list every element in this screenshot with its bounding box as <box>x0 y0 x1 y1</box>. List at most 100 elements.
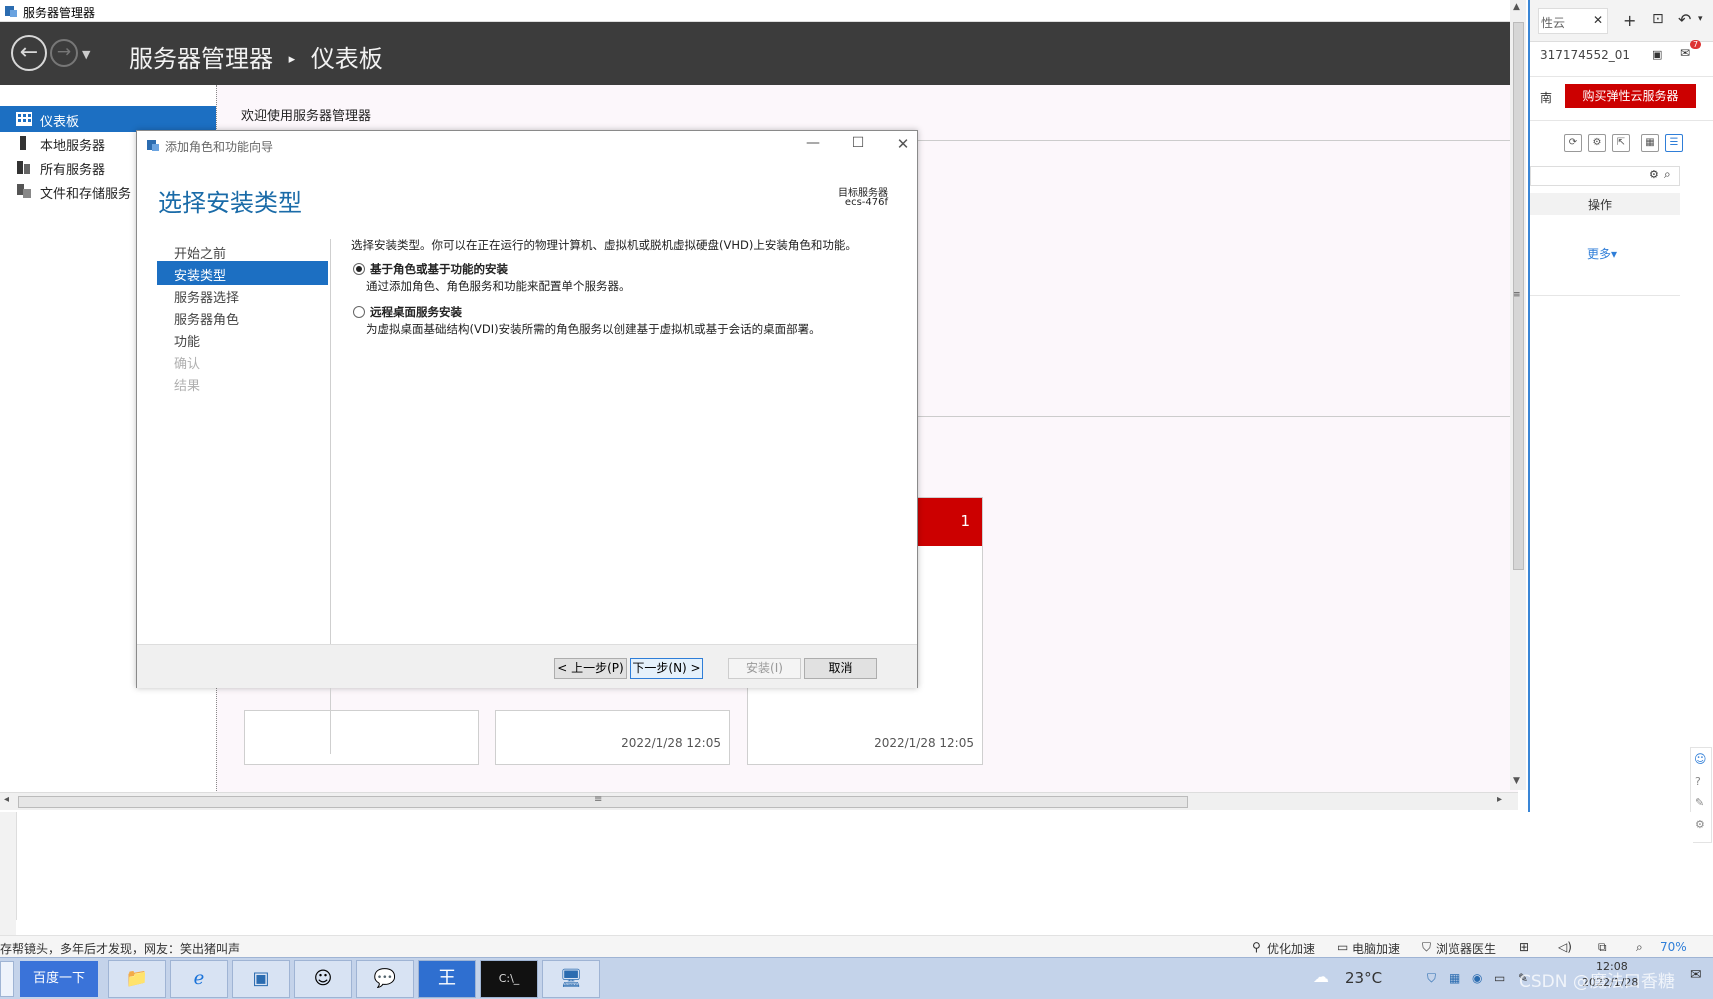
news-ticker[interactable]: 存帮镜头，多年后才发现，网友：笑出猪叫声 <box>0 940 240 957</box>
step-label: 开始之前 <box>174 247 227 262</box>
export-icon[interactable]: ⇱ <box>1612 134 1630 152</box>
app-icon[interactable]: ☺ <box>294 960 352 998</box>
page-margin <box>0 812 16 935</box>
shield-icon: ⛉ <box>1422 940 1432 954</box>
chevron-down-icon[interactable]: ▾ <box>1698 14 1703 24</box>
notification-icon[interactable]: ✉ <box>1690 967 1702 983</box>
scrollbar-thumb[interactable]: ≡ <box>18 794 1188 808</box>
tab-label: 性云 <box>1541 16 1566 30</box>
sidebar-item-dashboard[interactable]: 仪表板 <box>0 106 216 132</box>
close-icon[interactable]: ✕ <box>1593 13 1603 27</box>
step-before-you-begin[interactable]: 开始之前 <box>157 239 328 263</box>
browser-tab[interactable]: 性云 ✕ <box>1538 8 1608 34</box>
feedback-icon[interactable]: ✎ <box>1695 796 1704 809</box>
account-id: 317174552_01 <box>1540 48 1630 62</box>
step-features[interactable]: 功能 <box>157 327 328 351</box>
previous-button[interactable]: < 上一步(P) <box>554 658 627 679</box>
taskbar-item-start[interactable] <box>0 961 14 997</box>
breadcrumb: 服务器管理器 ▸ 仪表板 <box>129 39 383 74</box>
option-role-based-desc: 通过添加角色、角色服务和功能来配置单个服务器。 <box>366 279 631 293</box>
refresh-icon[interactable]: ⟳ <box>1564 134 1582 152</box>
welcome-title: 欢迎使用服务器管理器 <box>241 109 372 124</box>
cmd-icon[interactable]: C:\_ <box>480 960 538 998</box>
zoom-icon[interactable]: ⌕ <box>1636 940 1643 955</box>
server-manager-taskbar-icon[interactable]: ▣ <box>232 960 290 998</box>
sidebar-item-label: 文件和存储服务 <box>40 187 132 202</box>
tile-timestamp: 2022/1/28 12:05 <box>874 736 974 750</box>
temperature[interactable]: 23°C <box>1345 969 1382 987</box>
back-button[interactable]: ← <box>11 35 47 71</box>
help-icon[interactable]: ? <box>1695 775 1701 788</box>
window-title: 服务器管理器 <box>23 6 96 20</box>
remote-desktop-icon[interactable]: 🖥 <box>542 960 600 998</box>
undo-icon[interactable]: ↶ <box>1678 10 1691 29</box>
battery-icon[interactable]: ▭ <box>1494 971 1505 985</box>
scroll-left-icon[interactable]: ◂ <box>4 794 9 805</box>
step-server-roles[interactable]: 服务器角色 <box>157 305 328 329</box>
close-button[interactable]: ✕ <box>888 135 918 153</box>
grid-view-icon[interactable]: ▦ <box>1641 134 1659 152</box>
browser-tab-strip: 性云 ✕ + ⊡ ↶ ▾ <box>1530 0 1713 42</box>
divider <box>1530 76 1713 77</box>
ie-browser-icon[interactable]: ℯ <box>170 960 228 998</box>
pc-speed-link[interactable]: 电脑加速 <box>1352 940 1400 957</box>
radio-role-based[interactable] <box>353 263 365 275</box>
toolbox-icon[interactable]: ⊡ <box>1652 11 1664 27</box>
tile-timestamp: 2022/1/28 12:05 <box>621 736 721 750</box>
input-method-icon[interactable]: ▦ <box>1449 971 1460 985</box>
minimize-button[interactable]: — <box>798 135 828 151</box>
dashboard-tile[interactable] <box>244 710 479 765</box>
defender-icon[interactable]: ⛉ <box>1427 971 1436 986</box>
radio-remote-desktop[interactable] <box>353 306 365 318</box>
step-label: 功能 <box>174 335 201 350</box>
window-icon[interactable]: ⧉ <box>1598 940 1607 955</box>
wang-app-icon[interactable]: 王 <box>418 960 476 998</box>
baidu-search-button[interactable]: 百度一下 <box>20 961 98 997</box>
cancel-button[interactable]: 取消 <box>804 658 877 679</box>
next-button[interactable]: 下一步(N) > <box>630 658 703 679</box>
storage-icon <box>17 184 31 198</box>
grip-icon: ≡ <box>594 794 603 805</box>
header-bar: ← → ▼ 服务器管理器 ▸ 仪表板 <box>0 22 1518 85</box>
guide-link[interactable]: 南 <box>1540 89 1552 106</box>
more-link[interactable]: 更多▾ <box>1587 245 1617 262</box>
zoom-level[interactable]: 70% <box>1660 940 1687 954</box>
step-installation-type[interactable]: 安装类型 <box>157 261 328 285</box>
step-label: 安装类型 <box>174 269 227 284</box>
sidebar-item-label: 所有服务器 <box>40 163 106 178</box>
list-view-icon[interactable]: ☰ <box>1665 134 1683 152</box>
optimize-link[interactable]: 优化加速 <box>1267 940 1315 957</box>
customer-service-icon[interactable]: ☺ <box>1694 752 1707 766</box>
install-button: 安装(I) <box>728 658 801 679</box>
notification-badge: 7 <box>1690 40 1702 49</box>
maximize-button[interactable]: ☐ <box>843 135 873 151</box>
wizard-icon <box>147 140 159 151</box>
buy-ecs-button[interactable]: 购买弹性云服务器 <box>1565 84 1696 108</box>
screenshot-icon[interactable]: ⊞ <box>1519 940 1529 954</box>
network-icon[interactable]: ◉ <box>1472 971 1482 985</box>
settings-icon[interactable]: ⚙ <box>1695 818 1705 831</box>
browser-doctor-link[interactable]: 浏览器医生 <box>1436 940 1496 957</box>
breadcrumb-page: 仪表板 <box>310 45 383 73</box>
horizontal-scrollbar[interactable]: ◂ ≡ ▸ <box>0 792 1518 810</box>
dialog-title: 添加角色和功能向导 <box>165 140 274 154</box>
tile-badge-count: 1 <box>960 512 970 530</box>
forward-button[interactable]: → <box>50 39 78 67</box>
search-icon[interactable]: ⌕ <box>1664 167 1671 182</box>
settings-icon[interactable]: ⚙ <box>1588 134 1606 152</box>
terminal-icon[interactable]: ▣ <box>1652 48 1662 61</box>
history-dropdown-icon[interactable]: ▼ <box>82 48 90 61</box>
breadcrumb-app[interactable]: 服务器管理器 <box>129 39 273 74</box>
option-remote-desktop-title[interactable]: 远程桌面服务安装 <box>370 304 462 320</box>
wechat-icon[interactable]: 💬 <box>356 960 414 998</box>
gear-icon[interactable]: ⚙ <box>1649 168 1659 181</box>
step-server-selection[interactable]: 服务器选择 <box>157 283 328 307</box>
file-explorer-icon[interactable]: 📁 <box>108 960 166 998</box>
scroll-right-icon[interactable]: ▸ <box>1497 794 1502 805</box>
mail-icon[interactable]: ✉ <box>1680 46 1690 60</box>
pc-speed-icon: ▭ <box>1337 940 1349 954</box>
new-tab-icon[interactable]: + <box>1623 11 1636 30</box>
option-role-based-title[interactable]: 基于角色或基于功能的安装 <box>370 261 508 277</box>
dashboard-tile[interactable]: 2022/1/28 12:05 <box>495 710 730 765</box>
speaker-icon[interactable]: ◁) <box>1558 940 1572 954</box>
